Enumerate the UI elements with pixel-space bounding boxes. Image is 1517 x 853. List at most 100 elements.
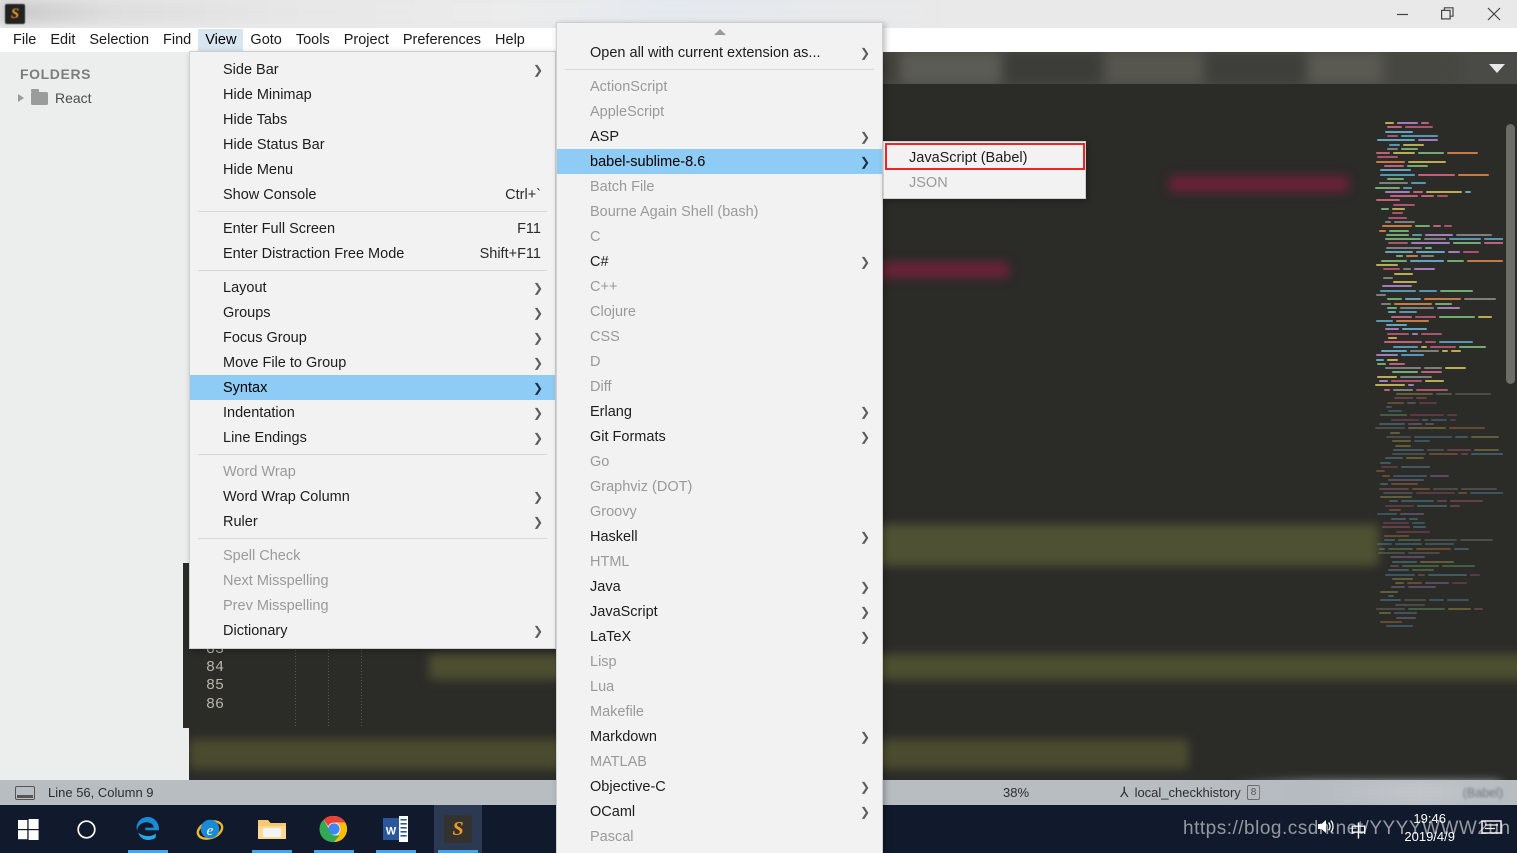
view-menu-dropdown[interactable]: Side Bar ❯ Hide Minimap Hide Tabs Hide Statu…: [189, 51, 556, 649]
syntax-item-graphviz-dot[interactable]: Graphviz (DOT): [557, 474, 882, 499]
menu-separator: [198, 454, 547, 455]
caret-up-icon[interactable]: [557, 23, 882, 40]
menubar-item-help[interactable]: Help: [488, 29, 532, 51]
microsoft-word-button[interactable]: W: [372, 805, 420, 853]
syntax-item-c[interactable]: C++: [557, 274, 882, 299]
view-menu-item-ruler[interactable]: Ruler ❯: [190, 509, 555, 534]
caret-down-icon[interactable]: [557, 849, 882, 853]
syntax-item-ocaml[interactable]: OCaml ❯: [557, 799, 882, 824]
view-menu-item-hide-status-bar[interactable]: Hide Status Bar: [190, 132, 555, 157]
menubar-item-project[interactable]: Project: [337, 29, 396, 51]
menubar-item-preferences[interactable]: Preferences: [396, 29, 488, 51]
syntax-item-css[interactable]: CSS: [557, 324, 882, 349]
syntax-item-go[interactable]: Go: [557, 449, 882, 474]
menubar-item-edit[interactable]: Edit: [43, 29, 82, 51]
syntax-item-clojure[interactable]: Clojure: [557, 299, 882, 324]
view-menu-item-line-endings[interactable]: Line Endings ❯: [190, 425, 555, 450]
minimap-line: [1424, 238, 1446, 241]
minimap[interactable]: [1371, 118, 1503, 678]
view-menu-item-groups[interactable]: Groups ❯: [190, 300, 555, 325]
view-menu-item-indentation[interactable]: Indentation ❯: [190, 400, 555, 425]
close-button[interactable]: [1471, 0, 1517, 28]
menu-item-label: Groups: [223, 304, 271, 321]
syntax-item-git-formats[interactable]: Git Formats ❯: [557, 424, 882, 449]
maximize-restore-button[interactable]: [1425, 0, 1471, 28]
babel-sublime-submenu[interactable]: JavaScript (Babel) JSON: [883, 141, 1086, 199]
syntax-item-bourne-again-shell-bash[interactable]: Bourne Again Shell (bash): [557, 199, 882, 224]
view-menu-item-enter-full-screen[interactable]: Enter Full Screen F11: [190, 216, 555, 241]
syntax-item-groovy[interactable]: Groovy: [557, 499, 882, 524]
syntax-item-c[interactable]: C: [557, 224, 882, 249]
menubar-item-find[interactable]: Find: [156, 29, 198, 51]
syntax-item-pascal[interactable]: Pascal: [557, 824, 882, 849]
view-menu-item-syntax[interactable]: Syntax ❯: [190, 375, 555, 400]
syntax-item-makefile[interactable]: Makefile: [557, 699, 882, 724]
syntax-item-c[interactable]: C# ❯: [557, 249, 882, 274]
view-menu-item-show-console[interactable]: Show Console Ctrl+`: [190, 182, 555, 207]
syntax-item-latex[interactable]: LaTeX ❯: [557, 624, 882, 649]
microsoft-edge-button[interactable]: [124, 805, 172, 853]
syntax-item-lua[interactable]: Lua: [557, 674, 882, 699]
view-menu-item-layout[interactable]: Layout ❯: [190, 275, 555, 300]
start-button[interactable]: [4, 805, 52, 853]
view-menu-item-hide-menu[interactable]: Hide Menu: [190, 157, 555, 182]
view-menu-item-move-file-to-group[interactable]: Move File to Group ❯: [190, 350, 555, 375]
syntax-item-applescript[interactable]: AppleScript: [557, 99, 882, 124]
syntax-item-diff[interactable]: Diff: [557, 374, 882, 399]
chevron-right-icon[interactable]: [18, 94, 24, 102]
view-menu-item-word-wrap[interactable]: Word Wrap: [190, 459, 555, 484]
minimize-button[interactable]: [1379, 0, 1425, 28]
syntax-item-markdown[interactable]: Markdown ❯: [557, 724, 882, 749]
babel-item-javascript-babel[interactable]: JavaScript (Babel): [884, 145, 1085, 170]
syntax-item-babel-sublime-8-6[interactable]: babel-sublime-8.6 ❯: [557, 149, 882, 174]
menubar-item-goto[interactable]: Goto: [243, 29, 288, 51]
view-menu-item-enter-distraction-free-mode[interactable]: Enter Distraction Free Mode Shift+F11: [190, 241, 555, 266]
view-menu-item-spell-check[interactable]: Spell Check: [190, 543, 555, 568]
sidebar-folder-react[interactable]: React: [18, 88, 92, 106]
view-menu-item-prev-misspelling[interactable]: Prev Misspelling: [190, 593, 555, 618]
syntax-item-asp[interactable]: ASP ❯: [557, 124, 882, 149]
minimap-line: [1385, 573, 1415, 576]
caret-down-icon[interactable]: [1489, 64, 1505, 73]
menubar-item-tools[interactable]: Tools: [289, 29, 337, 51]
chevron-right-icon: ❯: [532, 405, 543, 420]
minimap-line: [1379, 423, 1405, 425]
syntax-item-d[interactable]: D: [557, 349, 882, 374]
google-chrome-button[interactable]: [310, 805, 358, 853]
view-menu-item-next-misspelling[interactable]: Next Misspelling: [190, 568, 555, 593]
view-menu-item-hide-tabs[interactable]: Hide Tabs: [190, 107, 555, 132]
syntax-item-batch-file[interactable]: Batch File: [557, 174, 882, 199]
view-menu-item-focus-group[interactable]: Focus Group ❯: [190, 325, 555, 350]
syntax-item-objective-c[interactable]: Objective-C ❯: [557, 774, 882, 799]
minimap-line: [1390, 195, 1418, 198]
syntax-item-java[interactable]: Java ❯: [557, 574, 882, 599]
menubar-item-view[interactable]: View: [198, 29, 244, 51]
syntax-item-lisp[interactable]: Lisp: [557, 649, 882, 674]
syntax-item-haskell[interactable]: Haskell ❯: [557, 524, 882, 549]
syntax-item-matlab[interactable]: MATLAB: [557, 749, 882, 774]
internet-explorer-button[interactable]: e: [186, 805, 234, 853]
taskbar-clock[interactable]: 19:46 2019/4/9: [1404, 810, 1455, 846]
view-menu-item-dictionary[interactable]: Dictionary ❯: [190, 618, 555, 643]
minimap-line: [1376, 294, 1386, 296]
view-menu-item-side-bar[interactable]: Side Bar ❯: [190, 57, 555, 82]
syntax-submenu[interactable]: Open all with current extension as... ❯ Ac…: [556, 22, 883, 853]
menubar-item-file[interactable]: File: [6, 29, 43, 51]
syntax-item-actionscript[interactable]: ActionScript: [557, 74, 882, 99]
cortana-search-button[interactable]: [62, 805, 110, 853]
vertical-scrollbar[interactable]: [1506, 124, 1515, 384]
view-menu-item-hide-minimap[interactable]: Hide Minimap: [190, 82, 555, 107]
chinese-ime-icon[interactable]: 中: [1350, 817, 1367, 842]
syntax-item-javascript[interactable]: JavaScript ❯: [557, 599, 882, 624]
file-explorer-button[interactable]: [248, 805, 296, 853]
speaker-icon[interactable]: [1317, 818, 1336, 840]
notification-icon[interactable]: [1481, 819, 1503, 844]
babel-item-json[interactable]: JSON: [884, 170, 1085, 195]
syntax-item-erlang[interactable]: Erlang ❯: [557, 399, 882, 424]
syntax-indicator[interactable]: (Babel): [1463, 786, 1503, 800]
menubar-item-selection[interactable]: Selection: [82, 29, 156, 51]
sublime-text-button[interactable]: S: [434, 805, 482, 853]
view-menu-item-word-wrap-column[interactable]: Word Wrap Column ❯: [190, 484, 555, 509]
syntax-item-open-all-with-current-extension-as[interactable]: Open all with current extension as... ❯: [557, 40, 882, 65]
syntax-item-html[interactable]: HTML: [557, 549, 882, 574]
